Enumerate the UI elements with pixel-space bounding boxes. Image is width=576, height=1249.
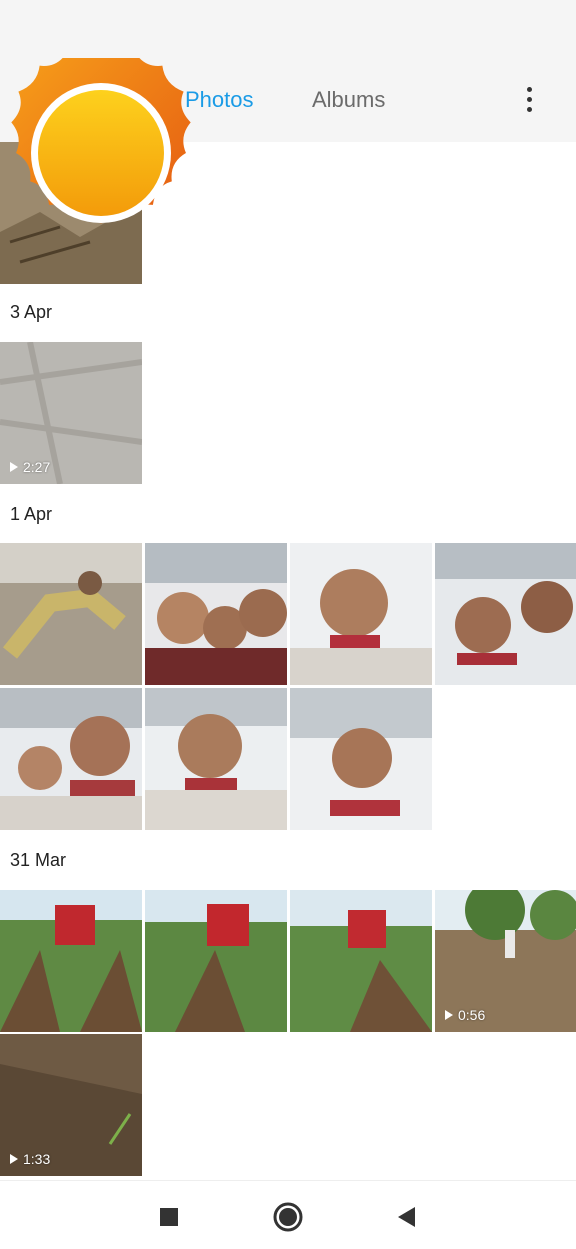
recents-button[interactable]	[151, 1199, 187, 1235]
status-bar	[0, 0, 576, 56]
play-icon	[10, 462, 18, 472]
recents-square-icon	[160, 1208, 178, 1226]
photo-thumbnail[interactable]	[0, 688, 142, 830]
photo-thumbnail[interactable]	[290, 890, 432, 1032]
more-vertical-icon	[527, 87, 532, 92]
photo-thumbnail[interactable]	[145, 688, 287, 830]
video-thumbnail[interactable]: 2:27	[0, 342, 142, 484]
photo-thumbnail[interactable]	[145, 543, 287, 685]
back-triangle-icon	[398, 1207, 415, 1227]
tab-albums[interactable]: Albums	[312, 86, 385, 114]
video-duration: 0:56	[445, 1007, 485, 1023]
back-button[interactable]	[388, 1199, 424, 1235]
date-header: 3 Apr	[10, 302, 53, 322]
more-options-button[interactable]	[516, 80, 544, 120]
video-thumbnail[interactable]: 0:56	[435, 890, 576, 1032]
video-duration: 1:33	[10, 1151, 50, 1167]
photo-thumbnail[interactable]	[0, 890, 142, 1032]
system-navigation-bar	[0, 1180, 576, 1249]
photo-thumbnail[interactable]	[435, 543, 576, 685]
home-button[interactable]	[270, 1199, 306, 1235]
date-header: 31 Mar	[10, 850, 67, 870]
home-circle-icon	[273, 1202, 303, 1232]
video-thumbnail[interactable]: 1:33	[0, 1034, 142, 1176]
sun-badge-icon[interactable]	[6, 58, 196, 248]
video-duration: 2:27	[10, 459, 50, 475]
photo-thumbnail[interactable]	[145, 890, 287, 1032]
photo-thumbnail[interactable]	[290, 688, 432, 830]
photo-thumbnail[interactable]	[290, 543, 432, 685]
play-icon	[10, 1154, 18, 1164]
photo-thumbnail[interactable]	[0, 543, 142, 685]
date-header: 1 Apr	[10, 504, 53, 524]
play-icon	[445, 1010, 453, 1020]
